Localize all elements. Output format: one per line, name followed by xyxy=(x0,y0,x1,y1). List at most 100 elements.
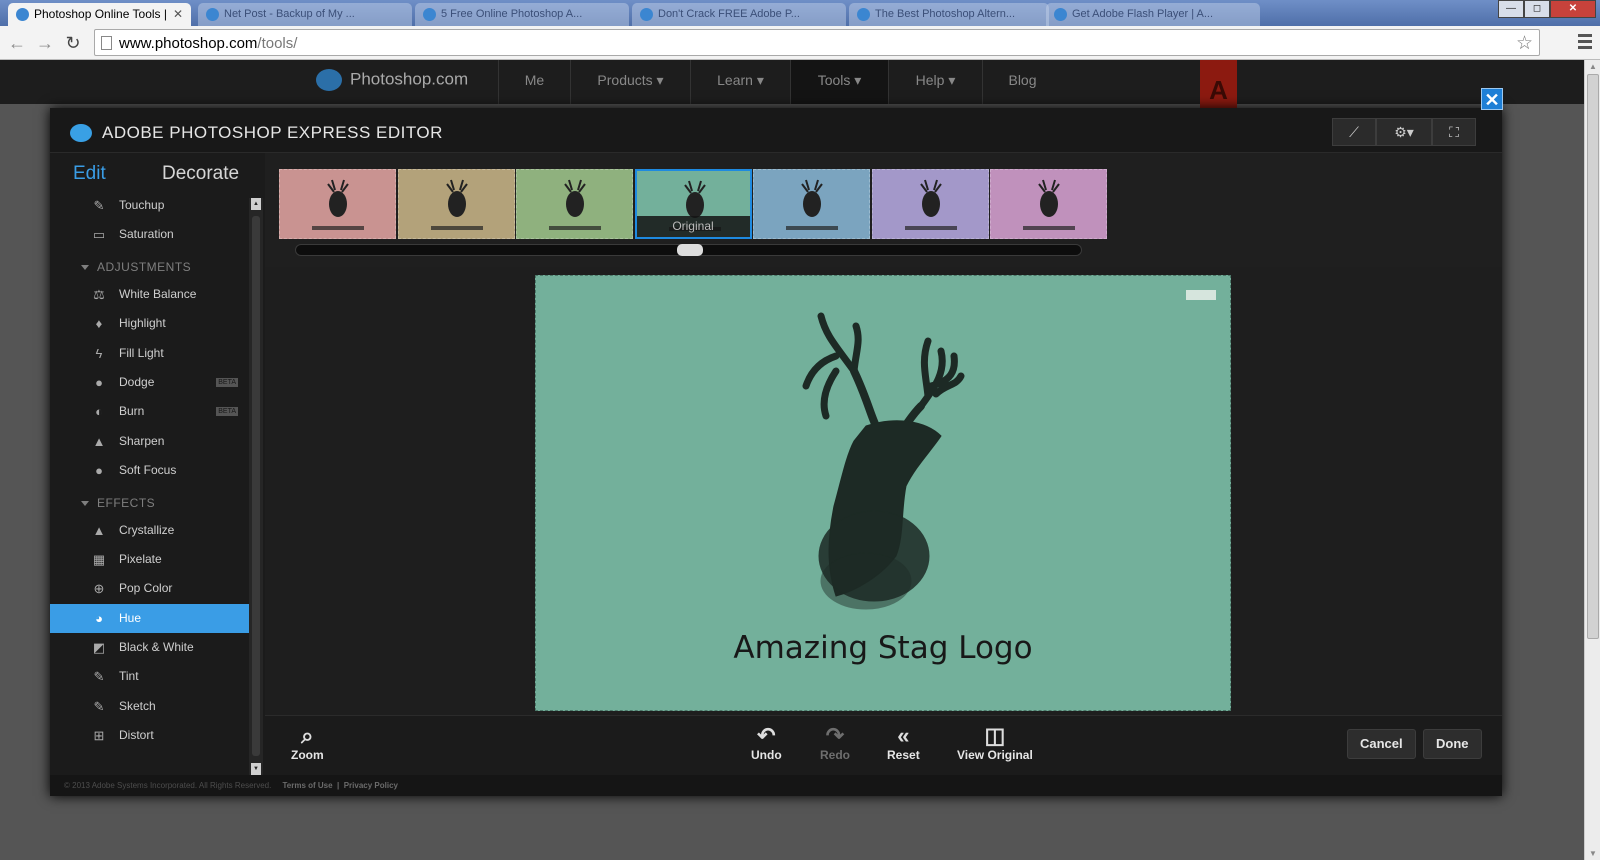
scroll-up-icon[interactable]: ▲ xyxy=(251,198,261,210)
window-close-button[interactable]: ✕ xyxy=(1550,0,1596,18)
hue-thumbnail[interactable] xyxy=(753,169,870,239)
privacy-link[interactable]: Privacy Policy xyxy=(344,781,398,790)
tool-highlight[interactable]: ♦ Highlight xyxy=(50,309,249,338)
site-nav-item[interactable]: Tools ▾ xyxy=(790,60,888,104)
undo-icon: ↶ xyxy=(757,723,776,748)
browser-menu-icon[interactable] xyxy=(1578,34,1592,52)
hue-thumbnail[interactable] xyxy=(397,169,515,239)
tool-label: Tint xyxy=(119,669,139,684)
tool-hue[interactable]: ◕ Hue xyxy=(50,603,249,634)
site-nav-item[interactable]: Help ▾ xyxy=(888,60,982,104)
tool-soft-focus[interactable]: ● Soft Focus xyxy=(50,456,249,485)
browser-tab[interactable]: Get Adobe Flash Player | A... xyxy=(1046,3,1260,26)
magnifier-icon: ● xyxy=(95,374,103,390)
undo-button[interactable]: ↶ Undo xyxy=(751,723,782,763)
thumb-caption xyxy=(430,226,483,230)
site-nav-item[interactable]: Me xyxy=(498,60,570,104)
cancel-button[interactable]: Cancel xyxy=(1347,729,1416,759)
tool-pop-color[interactable]: ⊕ Pop Color xyxy=(50,574,249,603)
hue-thumbnail[interactable] xyxy=(871,169,989,239)
edited-photo[interactable]: Amazing Stag Logo xyxy=(535,275,1231,711)
hue-thumbnail[interactable] xyxy=(516,169,633,239)
filmstrip-scroll-knob[interactable] xyxy=(677,244,703,256)
hue-thumbnail[interactable]: Original xyxy=(634,169,752,239)
section-header[interactable]: ADJUSTMENTS xyxy=(50,250,249,280)
tool-label: Black & White xyxy=(119,640,194,655)
zoom-button[interactable]: ⌕ Zoom xyxy=(291,723,324,763)
site-logo[interactable]: Photoshop.com xyxy=(316,69,468,91)
adobe-logo[interactable]: A xyxy=(1200,60,1237,108)
bookmark-star-icon[interactable]: ☆ xyxy=(1516,32,1533,55)
browser-tab-title: 5 Free Online Photoshop A... xyxy=(441,8,583,20)
tool-black-white[interactable]: ◩ Black & White xyxy=(50,633,249,662)
tool-pixelate[interactable]: ▦ Pixelate xyxy=(50,545,249,574)
view-original-button[interactable]: ◫ View Original xyxy=(957,724,1033,763)
terms-link[interactable]: Terms of Use xyxy=(282,781,332,790)
forward-icon[interactable]: → xyxy=(34,32,56,54)
reload-icon[interactable]: ↻ xyxy=(62,32,84,54)
scroll-down-icon[interactable]: ▼ xyxy=(251,763,261,775)
browser-tab[interactable]: The Best Photoshop Altern... xyxy=(849,3,1049,26)
section-header[interactable]: EFFECTS xyxy=(50,486,249,516)
site-nav-item[interactable]: Products ▾ xyxy=(570,60,690,104)
editor-title: ADOBE PHOTOSHOP EXPRESS EDITOR xyxy=(70,123,443,143)
tool-crystallize[interactable]: ▲ Crystallize xyxy=(50,516,249,545)
site-nav-item[interactable]: Blog xyxy=(982,60,1062,104)
editor-title-text: ADOBE PHOTOSHOP EXPRESS EDITOR xyxy=(102,123,443,142)
tool-white-balance[interactable]: ⚖ White Balance xyxy=(50,280,249,309)
tools-sidebar: Edit Decorate ✎ Touchup ▭ Saturation ADJUSTM… xyxy=(50,153,265,775)
tool-dodge[interactable]: ● Dodge BETA xyxy=(50,368,249,397)
tool-tint[interactable]: ✎ Tint xyxy=(50,662,249,691)
tab-edit[interactable]: Edit xyxy=(73,163,106,185)
browser-tab[interactable]: 5 Free Online Photoshop A... xyxy=(415,3,629,26)
back-icon[interactable]: ← xyxy=(6,32,28,54)
tool-distort[interactable]: ⊞ Distort xyxy=(50,721,249,750)
editor-close-button[interactable]: ✕ xyxy=(1481,88,1503,110)
filmstrip-scrollbar[interactable] xyxy=(295,244,1082,256)
maximize-button[interactable]: ◻ xyxy=(1524,0,1550,18)
thumb-caption xyxy=(786,226,838,230)
redo-button[interactable]: ↷ Redo xyxy=(820,724,850,763)
zoom-icon: ⌕ xyxy=(301,723,314,748)
copyright-text: © 2013 Adobe Systems Incorporated. All R… xyxy=(64,781,272,790)
address-bar[interactable]: www.photoshop.com/tools/ ☆ xyxy=(94,29,1540,56)
drop-icon: ● xyxy=(95,463,103,479)
reset-icon: « xyxy=(897,723,910,748)
tool-sketch[interactable]: ✎ Sketch xyxy=(50,692,249,721)
browser-tab-title: Get Adobe Flash Player | A... xyxy=(1072,8,1214,20)
tool-label: Soft Focus xyxy=(119,463,177,478)
favicon-icon xyxy=(423,8,436,21)
scroll-down-icon[interactable]: ▼ xyxy=(1589,849,1597,858)
browser-tab[interactable]: Net Post - Backup of My ... xyxy=(198,3,412,26)
tool-fill-light[interactable]: ϟ Fill Light xyxy=(50,339,249,368)
bulb-icon: ♦ xyxy=(95,316,103,332)
page-scrollbar[interactable]: ▲ ▼ xyxy=(1584,60,1600,860)
brush-icon[interactable]: ⟋ xyxy=(1332,118,1376,146)
settings-icon[interactable]: ⚙▾ xyxy=(1376,118,1432,146)
hue-thumbnail[interactable] xyxy=(990,169,1107,239)
tool-label: Highlight xyxy=(119,316,166,331)
tool-saturation[interactable]: ▭ Saturation xyxy=(50,220,249,249)
hue-thumbnail[interactable] xyxy=(279,169,396,239)
view-original-label: View Original xyxy=(957,748,1033,762)
watermark xyxy=(1186,290,1216,300)
tab-close-icon[interactable]: ✕ xyxy=(173,3,183,26)
tab-decorate[interactable]: Decorate xyxy=(162,163,239,185)
tool-touchup[interactable]: ✎ Touchup xyxy=(50,191,249,220)
page-scroll-thumb[interactable] xyxy=(1587,74,1599,639)
tool-sharpen[interactable]: ▲ Sharpen xyxy=(50,427,249,456)
tool-label: Crystallize xyxy=(119,522,175,537)
site-nav-item[interactable]: Learn ▾ xyxy=(690,60,790,104)
site-logo-text: Photoshop.com xyxy=(350,69,469,89)
scroll-up-icon[interactable]: ▲ xyxy=(1589,62,1597,71)
url-text[interactable]: www.photoshop.com/tools/ xyxy=(119,35,297,52)
sidebar-scrollbar[interactable]: ▲ ▼ xyxy=(249,198,263,775)
browser-tab[interactable]: Don't Crack FREE Adobe P... xyxy=(632,3,846,26)
reset-button[interactable]: «Reset xyxy=(887,723,920,763)
sidebar-scroll-thumb[interactable] xyxy=(252,216,260,756)
tool-burn[interactable]: ◐ Burn BETA xyxy=(50,397,249,426)
minimize-button[interactable]: — xyxy=(1498,0,1524,18)
fullscreen-icon[interactable]: ⛶ xyxy=(1432,118,1476,146)
browser-tab[interactable]: Photoshop Online Tools | ✕ xyxy=(8,3,191,26)
done-button[interactable]: Done xyxy=(1423,729,1482,759)
